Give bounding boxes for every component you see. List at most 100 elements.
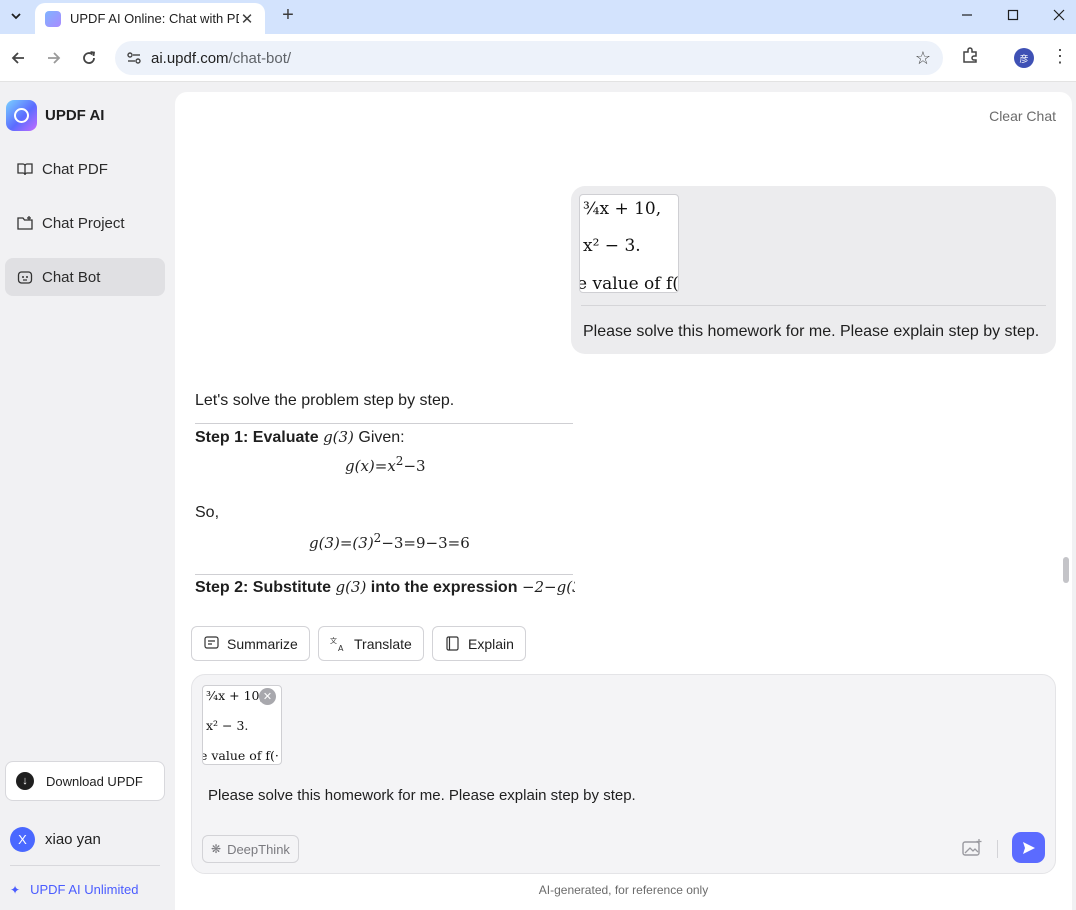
user-message-bubble: ¾x + 10, x² − 3. e value of f(· Please s… <box>571 186 1056 354</box>
sidebar: UPDF AI Chat PDF Chat Project Chat Bot ↓… <box>0 82 174 910</box>
ai-disclaimer: AI-generated, for reference only <box>538 883 709 897</box>
upgrade-label: UPDF AI Unlimited <box>30 882 139 897</box>
image-line: e value of f(· <box>579 274 679 293</box>
message-composer[interactable]: ¾x + 10, x² − 3. e value of f(· ✕ Please… <box>191 674 1056 874</box>
scrollbar-thumb[interactable] <box>1063 557 1069 583</box>
new-tab-button[interactable]: + <box>277 4 299 26</box>
step-2-mid: into the expression <box>370 579 518 596</box>
summarize-icon <box>203 636 219 652</box>
book-icon <box>444 636 460 652</box>
browser-tab-bar: UPDF AI Online: Chat with PDF ✕ + <box>0 0 1076 34</box>
step-2-math: g(3) <box>335 578 367 596</box>
equation-1: g(x)=x2−3 <box>345 454 426 475</box>
browser-tab[interactable]: UPDF AI Online: Chat with PDF ✕ <box>35 3 265 34</box>
send-button[interactable] <box>1012 832 1045 863</box>
deepthink-toggle[interactable]: ❋ DeepThink <box>202 835 299 863</box>
step-2-expr: −2−g(3) <box>521 578 575 596</box>
explain-label: Explain <box>468 635 514 652</box>
url-bar[interactable]: ai.updf.com/chat-bot/ ☆ <box>115 41 943 75</box>
svg-text:A: A <box>338 644 344 652</box>
close-window-button[interactable] <box>1036 0 1076 30</box>
tab-title: UPDF AI Online: Chat with PDF <box>70 11 239 26</box>
deepthink-label: DeepThink <box>227 841 290 857</box>
divider <box>195 423 573 424</box>
divider <box>997 840 998 858</box>
image-line: ¾x + 10, <box>206 688 264 703</box>
step-1-heading: Step 1: Evaluate g(3) Given: <box>195 428 405 447</box>
message-input[interactable]: Please solve this homework for me. Pleas… <box>208 787 636 804</box>
updf-logo-icon <box>6 100 37 131</box>
summarize-button[interactable]: Summarize <box>191 626 310 661</box>
answer-intro: Let's solve the problem step by step. <box>195 392 455 409</box>
url-path: /chat-bot/ <box>228 49 292 67</box>
clear-chat-button[interactable]: Clear Chat <box>989 108 1056 124</box>
url-host: ai.updf.com <box>151 49 229 67</box>
equation-2: g(3)=(3)2−3=9−3=6 <box>309 531 470 552</box>
upgrade-link[interactable]: ✦ UPDF AI Unlimited <box>10 882 138 897</box>
extensions-puzzle-icon[interactable] <box>958 46 982 70</box>
image-line: ¾x + 10, <box>583 199 662 219</box>
image-line: x² − 3. <box>583 236 641 256</box>
step-1-suffix: Given: <box>358 429 405 446</box>
user-profile[interactable]: X xiao yan <box>10 827 101 852</box>
url-text: ai.updf.com/chat-bot/ <box>151 50 291 67</box>
divider <box>581 305 1046 306</box>
ai-answer: Let's solve the problem step by step. St… <box>195 388 575 610</box>
updf-favicon-icon <box>45 10 61 27</box>
user-message-text: Please solve this homework for me. Pleas… <box>583 323 1040 340</box>
image-line: x² − 3. <box>206 718 249 733</box>
address-toolbar: ai.updf.com/chat-bot/ ☆ 彦 ⋮ <box>0 34 1076 82</box>
download-label: Download UPDF <box>46 773 143 789</box>
sidebar-item-chat-project[interactable]: Chat Project <box>5 204 165 242</box>
so-text: So, <box>195 504 220 521</box>
user-name: xiao yan <box>45 831 101 848</box>
sidebar-item-label: Chat Bot <box>42 268 101 286</box>
sparkle-icon: ✦ <box>10 882 21 897</box>
bot-icon <box>16 268 34 286</box>
svg-text:文: 文 <box>330 636 337 645</box>
minimize-button[interactable] <box>944 0 990 30</box>
eq2-tail: −3=9−3=6 <box>381 534 470 552</box>
summarize-label: Summarize <box>227 635 298 652</box>
site-info-icon[interactable] <box>125 49 143 67</box>
step-1-math: g(3) <box>323 428 354 446</box>
step-1-label: Step 1: Evaluate <box>195 429 319 446</box>
profile-avatar[interactable]: 彦 <box>1014 48 1034 68</box>
eq1-tail: −3 <box>403 457 426 475</box>
forward-arrow-icon[interactable] <box>40 44 68 72</box>
reload-icon[interactable] <box>75 44 103 72</box>
sidebar-item-chat-bot[interactable]: Chat Bot <box>5 258 165 296</box>
tab-search-chevron-icon[interactable] <box>4 4 28 28</box>
eq1-text: g(x)=x <box>345 457 396 475</box>
book-icon <box>16 160 34 178</box>
maximize-button[interactable] <box>990 0 1036 30</box>
back-arrow-icon[interactable] <box>4 44 32 72</box>
send-icon <box>1022 841 1035 854</box>
step-2-heading: Step 2: Substitute g(3) into the express… <box>195 578 575 597</box>
explain-button[interactable]: Explain <box>432 626 526 661</box>
folder-icon <box>16 214 34 232</box>
translate-label: Translate <box>354 635 412 652</box>
brand[interactable]: UPDF AI <box>6 100 104 131</box>
remove-attachment-icon[interactable]: ✕ <box>259 688 276 705</box>
avatar: X <box>10 827 35 852</box>
image-line: e value of f(· <box>202 748 279 763</box>
eq2-text: g(3)=(3) <box>309 534 374 552</box>
brand-name: UPDF AI <box>45 107 105 124</box>
divider <box>10 865 160 866</box>
sidebar-item-chat-pdf[interactable]: Chat PDF <box>5 150 165 188</box>
translate-icon: 文A <box>330 636 346 652</box>
chat-panel: Clear Chat ¾x + 10, x² − 3. e value of f… <box>175 92 1072 910</box>
sidebar-item-label: Chat Project <box>42 214 125 232</box>
browser-menu-icon[interactable]: ⋮ <box>1050 46 1070 70</box>
sidebar-item-label: Chat PDF <box>42 160 108 178</box>
download-updf-button[interactable]: ↓ Download UPDF <box>5 761 165 801</box>
divider <box>195 574 573 575</box>
bookmark-star-icon[interactable]: ☆ <box>915 48 931 69</box>
image-upload-icon[interactable] <box>962 839 984 859</box>
step-2-label: Step 2: Substitute <box>195 579 332 596</box>
translate-button[interactable]: 文A Translate <box>318 626 424 661</box>
homework-image-thumbnail[interactable]: ¾x + 10, x² − 3. e value of f(· <box>579 194 679 293</box>
download-icon: ↓ <box>16 772 34 790</box>
tab-close-icon[interactable]: ✕ <box>239 10 255 28</box>
